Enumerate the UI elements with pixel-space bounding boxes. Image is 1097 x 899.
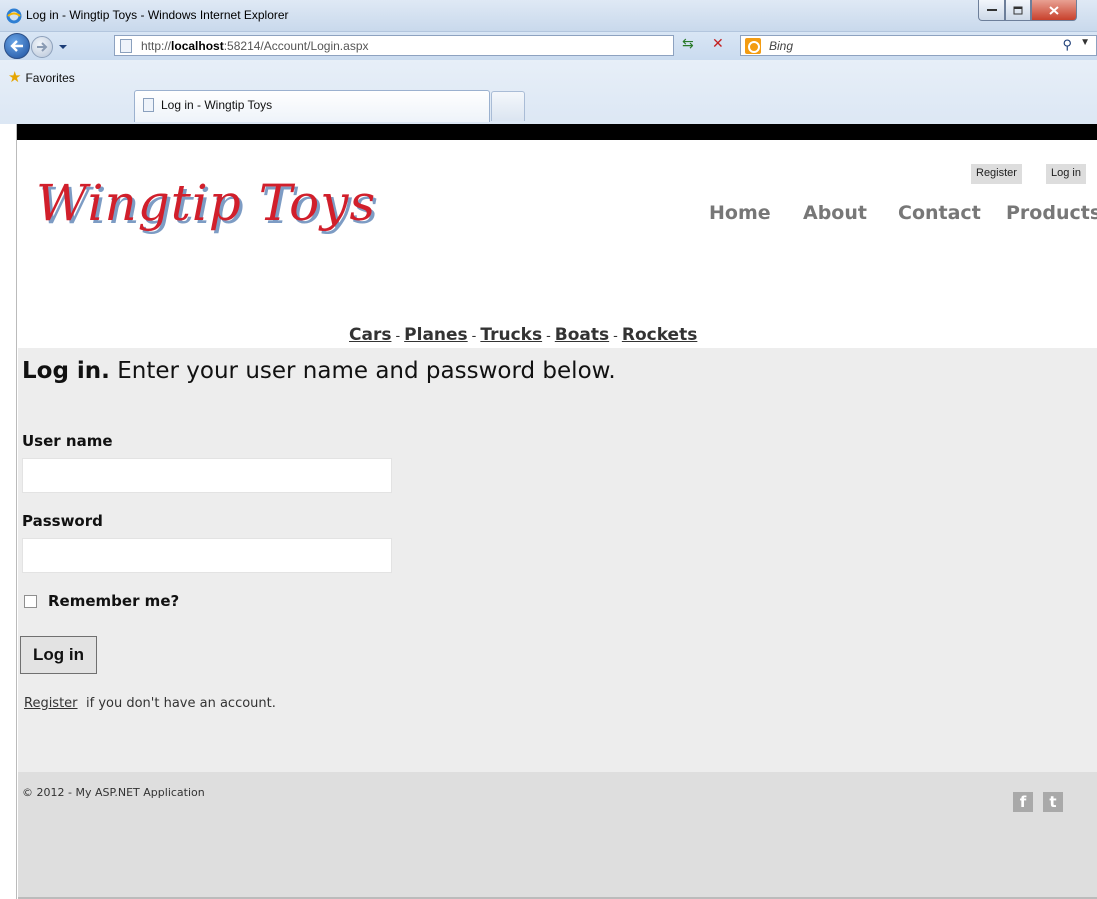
facebook-icon[interactable]: f <box>1013 792 1033 812</box>
register-link[interactable]: Register <box>24 696 78 711</box>
remember-me-checkbox[interactable] <box>24 595 37 608</box>
site-footer: © 2012 - My ASP.NET Application f t <box>18 772 1097 899</box>
search-icon[interactable]: ⚲ <box>1062 37 1072 53</box>
tab-label: Log in - Wingtip Toys <box>161 98 273 112</box>
username-input[interactable] <box>22 458 392 493</box>
minimize-button[interactable] <box>978 0 1005 21</box>
favorites-star-icon: ★ <box>8 69 22 86</box>
header-register-link[interactable]: Register <box>971 164 1022 184</box>
category-nav: Cars - Planes - Trucks - Boats - Rockets <box>349 325 697 345</box>
password-input[interactable] <box>22 538 392 573</box>
nav-products[interactable]: Products <box>1006 202 1097 224</box>
category-trucks[interactable]: Trucks <box>480 325 542 345</box>
tab-page-icon <box>143 98 154 112</box>
bing-icon <box>745 38 761 54</box>
favorites-button[interactable]: ★ Favorites <box>8 68 75 86</box>
register-hint: if you don't have an account. <box>86 696 276 711</box>
category-separator: - <box>395 329 401 344</box>
category-planes[interactable]: Planes <box>404 325 468 345</box>
window-title: Log in - Wingtip Toys - Windows Internet… <box>26 8 289 22</box>
nav-home[interactable]: Home <box>709 202 771 224</box>
close-icon <box>1049 5 1059 15</box>
site-header: Wingtip Toys Register Log in Home About … <box>18 140 1097 348</box>
left-frame-edge <box>0 124 17 899</box>
forward-arrow-icon <box>37 42 48 52</box>
back-arrow-icon <box>10 40 23 52</box>
nav-about[interactable]: About <box>803 202 867 224</box>
refresh-icon[interactable]: ⇆ <box>682 36 694 52</box>
category-cars[interactable]: Cars <box>349 325 391 345</box>
twitter-icon[interactable]: t <box>1043 792 1063 812</box>
address-url[interactable]: http://localhost:58214/Account/Login.asp… <box>141 39 369 53</box>
page-icon <box>120 39 132 53</box>
maximize-icon <box>1013 6 1023 14</box>
top-black-bar <box>17 124 1097 140</box>
site-logo[interactable]: Wingtip Toys <box>36 174 376 232</box>
header-login-link[interactable]: Log in <box>1046 164 1086 184</box>
remember-me-label[interactable]: Remember me? <box>48 592 179 610</box>
category-separator: - <box>613 329 618 344</box>
new-tab-button[interactable] <box>491 91 525 121</box>
minimize-icon <box>986 9 997 11</box>
copyright-text: © 2012 - My ASP.NET Application <box>22 786 205 799</box>
favorites-bar: ★ Favorites Log in - Wingtip Toys <box>0 60 1097 124</box>
search-placeholder: Bing <box>769 39 794 53</box>
category-boats[interactable]: Boats <box>555 325 609 345</box>
window-titlebar: Log in - Wingtip Toys - Windows Internet… <box>0 0 1097 32</box>
internet-explorer-icon <box>6 8 22 24</box>
password-label: Password <box>22 512 103 530</box>
category-separator: - <box>546 329 551 344</box>
recent-pages-dropdown-icon[interactable] <box>58 43 68 51</box>
address-toolbar: http://localhost:58214/Account/Login.asp… <box>0 32 1097 60</box>
category-separator: - <box>471 329 477 344</box>
search-dropdown-icon[interactable]: ▼ <box>1080 37 1090 48</box>
username-label: User name <box>22 432 113 450</box>
close-button[interactable] <box>1031 0 1077 21</box>
page-title: Log in. Enter your user name and passwor… <box>22 358 616 384</box>
address-bar[interactable]: http://localhost:58214/Account/Login.asp… <box>114 35 784 56</box>
stop-icon[interactable]: ✕ <box>712 36 724 52</box>
login-section: Log in. Enter your user name and passwor… <box>18 348 1097 772</box>
nav-contact[interactable]: Contact <box>898 202 981 224</box>
search-bar[interactable]: Bing ⚲ ▼ <box>740 35 1097 56</box>
forward-button[interactable] <box>31 36 53 58</box>
back-button[interactable] <box>4 33 30 59</box>
login-button[interactable]: Log in <box>20 636 97 674</box>
tab-current[interactable]: Log in - Wingtip Toys <box>134 90 490 122</box>
maximize-button[interactable] <box>1005 0 1031 21</box>
category-rockets[interactable]: Rockets <box>622 325 697 345</box>
